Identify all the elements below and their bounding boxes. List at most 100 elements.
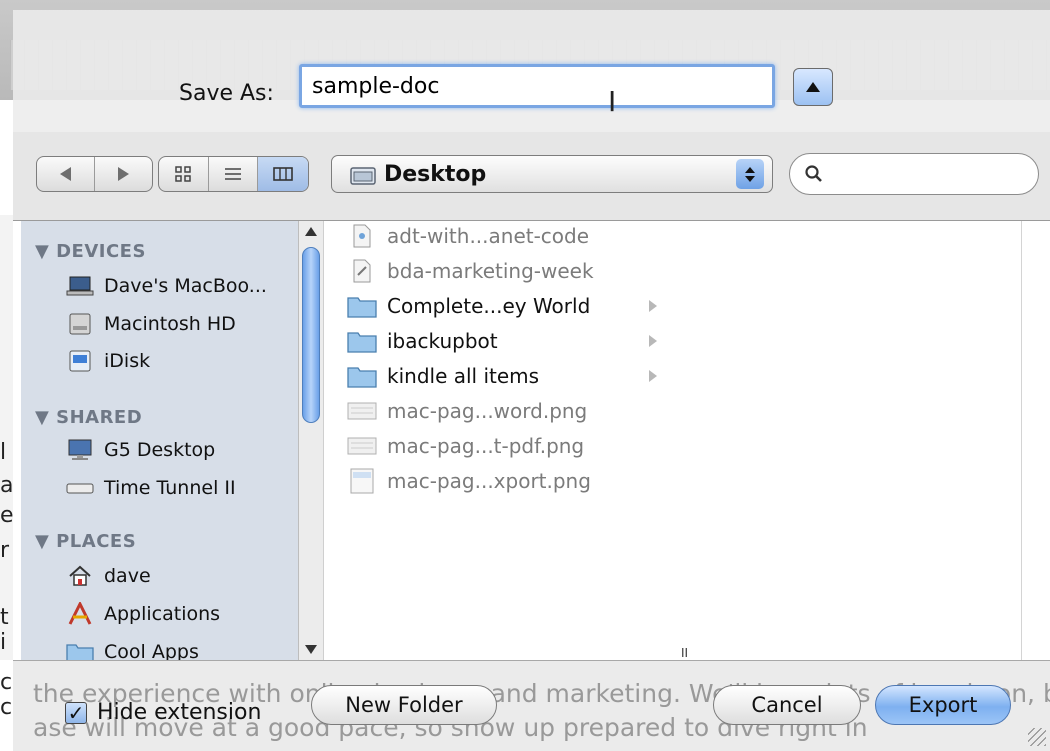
folder-icon — [347, 328, 377, 354]
triangle-up-icon — [806, 82, 820, 92]
file-name: kindle all items — [387, 364, 540, 388]
sidebar-item-g5-desktop[interactable]: G5 Desktop — [66, 435, 215, 465]
gutter-letter: e — [0, 503, 14, 528]
file-row[interactable]: bda-marketing-week — [347, 255, 677, 287]
sidebar-item-applications[interactable]: Applications — [66, 599, 220, 629]
gutter-letter: c — [0, 695, 13, 720]
file-row[interactable]: mac-pag...t-pdf.png — [347, 430, 677, 462]
disclosure-arrow-icon — [649, 335, 657, 347]
column-view-button[interactable] — [258, 157, 308, 191]
sidebar-item-label: Macintosh HD — [104, 313, 236, 335]
disclosure-arrow-icon — [649, 370, 657, 382]
list-view-icon — [225, 168, 241, 180]
search-icon — [805, 165, 822, 182]
file-row[interactable]: kindle all items — [347, 360, 677, 392]
file-name: bda-marketing-week — [387, 259, 594, 283]
file-name: adt-with...anet-code — [387, 224, 590, 248]
sidebar-item-dave[interactable]: dave — [66, 561, 151, 591]
image-icon — [347, 398, 377, 424]
file-name: mac-pag...word.png — [387, 399, 588, 423]
column-view-icon — [273, 167, 293, 181]
sidebar-item-label: dave — [104, 565, 151, 587]
file-name: ibackupbot — [387, 329, 498, 353]
scroll-up-arrow-icon — [305, 227, 317, 236]
sidebar-item-idisk[interactable]: iDisk — [66, 346, 150, 376]
text-cursor-icon: Ⅰ — [608, 85, 617, 118]
sidebar-header-shared: ▼ SHARED — [35, 407, 143, 428]
file-row[interactable]: ibackupbot — [347, 325, 677, 357]
sidebar-item-label: G5 Desktop — [104, 439, 216, 461]
sidebar-item-time-tunnel[interactable]: Time Tunnel II — [66, 473, 236, 503]
document-icon — [347, 223, 377, 249]
file-row[interactable]: Complete...ey World — [347, 290, 677, 322]
disclosure-arrow-icon — [649, 300, 657, 312]
back-arrow-icon — [60, 167, 71, 181]
browser-column-2 — [686, 221, 1022, 660]
save-as-input[interactable] — [299, 64, 775, 108]
save-as-label: Save As: — [179, 81, 274, 106]
resize-grip-icon[interactable] — [1028, 728, 1046, 746]
sidebar-item-macbook[interactable]: Dave's MacBoo... — [66, 271, 267, 301]
laptop-icon — [66, 274, 94, 298]
collapse-dialog-button[interactable] — [793, 68, 833, 106]
hide-extension-label: Hide extension — [97, 700, 262, 725]
export-button[interactable]: Export — [875, 685, 1011, 725]
document-icon — [347, 258, 377, 284]
back-forward-control — [36, 156, 153, 192]
gutter-letter: i — [0, 630, 7, 655]
sidebar: ▼ DEVICES Dave's MacBoo... Macintosh HD … — [21, 221, 298, 660]
folder-icon — [350, 167, 376, 185]
forward-arrow-icon — [118, 167, 129, 181]
sidebar-item-label: Cool Apps — [104, 641, 199, 660]
sidebar-item-label: Applications — [104, 603, 221, 625]
file-row[interactable]: adt-with...anet-code — [347, 220, 677, 252]
search-field[interactable] — [789, 153, 1039, 195]
hide-extension-checkbox[interactable]: ✓ — [65, 701, 87, 725]
forward-button[interactable] — [95, 157, 152, 191]
location-popup[interactable]: Desktop — [331, 155, 773, 193]
network-drive-icon — [66, 476, 94, 500]
gutter-letter: a — [0, 473, 14, 498]
gutter-letter: t — [0, 605, 9, 630]
background-gutter: l a e r t i c c — [0, 215, 14, 720]
hide-extension-option[interactable]: ✓ Hide extension — [65, 700, 261, 725]
popup-stepper-icon — [736, 159, 764, 189]
file-name: mac-pag...t-pdf.png — [387, 434, 585, 458]
sidebar-header-devices: ▼ DEVICES — [35, 241, 146, 262]
hard-drive-icon — [66, 312, 94, 336]
file-name: Complete...ey World — [387, 294, 591, 318]
gutter-letter: r — [0, 538, 10, 563]
folder-icon — [347, 363, 377, 389]
sidebar-item-label: Dave's MacBoo... — [104, 275, 267, 297]
home-icon — [66, 564, 94, 588]
sidebar-item-label: iDisk — [104, 350, 151, 372]
idisk-icon — [66, 349, 94, 373]
sidebar-header-places: ▼ PLACES — [35, 531, 137, 552]
sidebar-item-macintosh-hd[interactable]: Macintosh HD — [66, 309, 236, 339]
file-name: mac-pag...xport.png — [387, 469, 591, 493]
applications-icon — [66, 602, 94, 626]
monitor-icon — [66, 438, 94, 462]
cancel-button[interactable]: Cancel — [713, 685, 861, 725]
file-row[interactable]: mac-pag...word.png — [347, 395, 677, 427]
icon-view-button[interactable] — [159, 157, 209, 191]
view-mode-control — [158, 156, 309, 192]
new-folder-button[interactable]: New Folder — [311, 685, 497, 725]
sidebar-scrollbar[interactable] — [299, 221, 324, 660]
gutter-letter: l — [0, 440, 7, 465]
icon-view-icon — [175, 166, 192, 182]
image-icon — [347, 468, 377, 494]
folder-icon — [347, 293, 377, 319]
scrollbar-thumb[interactable] — [302, 247, 320, 423]
gutter-letter: c — [0, 670, 13, 695]
sidebar-item-label: Time Tunnel II — [104, 477, 236, 499]
image-icon — [347, 433, 377, 459]
back-button[interactable] — [37, 157, 95, 191]
sidebar-item-cool-apps[interactable]: Cool Apps — [66, 637, 199, 660]
save-sheet: Save As: Ⅰ — [13, 10, 1050, 751]
file-row[interactable]: mac-pag...xport.png — [347, 465, 677, 497]
location-label: Desktop — [384, 162, 487, 187]
column-resize-handle[interactable]: II — [681, 646, 688, 660]
list-view-button[interactable] — [209, 157, 259, 191]
scroll-down-arrow-icon — [305, 645, 317, 654]
